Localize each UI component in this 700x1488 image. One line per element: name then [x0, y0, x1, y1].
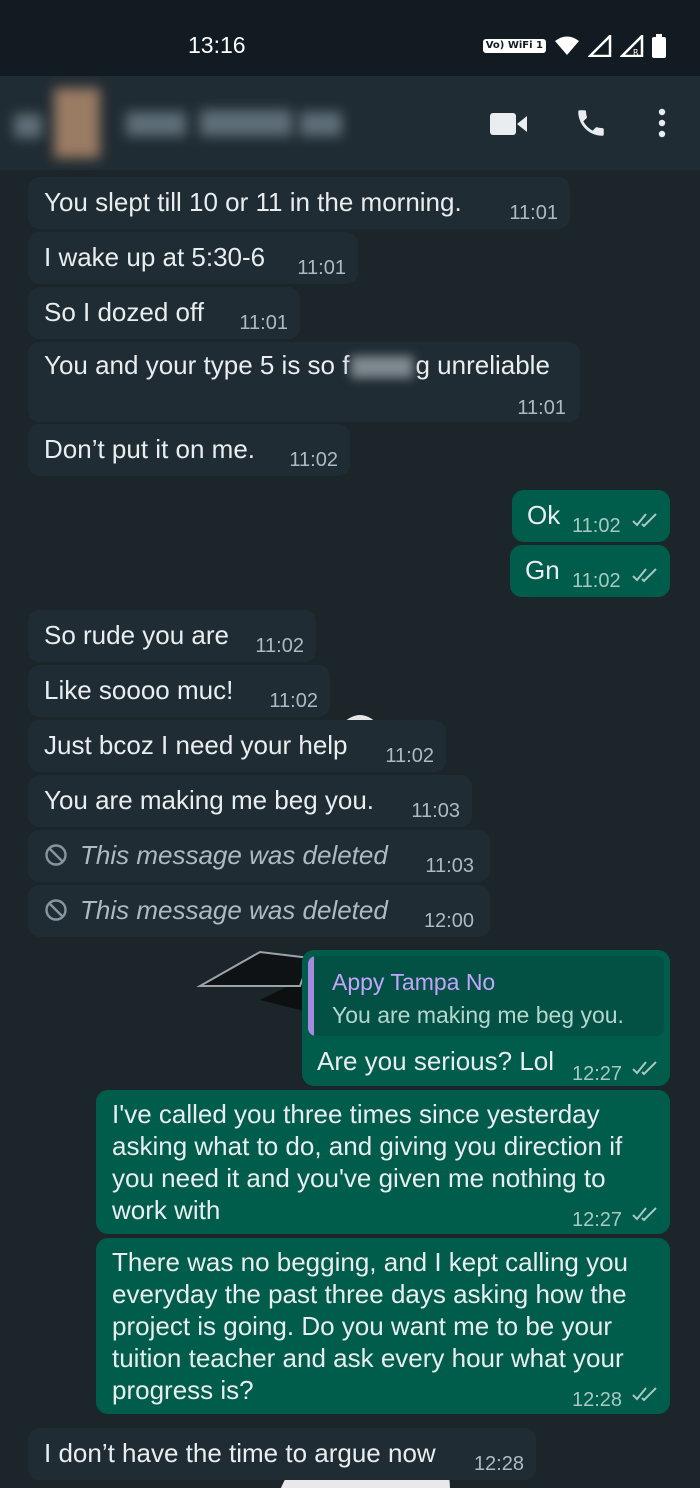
quoted-message[interactable]: Appy Tampa No You are making me beg you.	[308, 956, 664, 1036]
message-text: Just bcoz I need your help	[44, 730, 348, 760]
message-bubble-outgoing-reply[interactable]: Appy Tampa No You are making me beg you.…	[302, 950, 670, 1086]
message-line: progress is?	[112, 1375, 254, 1405]
message-text: You slept till 10 or 11 in the morning.	[44, 187, 462, 217]
message-line: everyday the past three days asking how …	[112, 1279, 627, 1309]
message-bubble-incoming[interactable]: Just bcoz I need your help 11:02	[28, 720, 446, 772]
read-ticks-icon	[632, 1207, 657, 1222]
read-ticks-icon	[632, 513, 657, 528]
avatar[interactable]	[54, 88, 100, 158]
message-time: 11:02	[385, 745, 434, 767]
message-text: You and your type 5 is so f g unreliable	[44, 349, 550, 381]
status-bar: 13:16 Vo) WiFi 1 R	[0, 0, 700, 76]
quoted-text: You are making me beg you.	[332, 1002, 624, 1028]
message-bubble-incoming[interactable]: Like soooo muc! 11:02	[28, 665, 330, 717]
battery-icon	[652, 34, 666, 58]
deleted-icon	[45, 844, 67, 866]
message-bubble-incoming[interactable]: So rude you are 11:02	[28, 610, 316, 662]
message-line: you need it and you've given me nothing …	[112, 1163, 606, 1193]
message-time: 11:01	[239, 312, 288, 334]
read-ticks-icon	[632, 1387, 657, 1402]
message-text: This message was deleted	[80, 840, 388, 870]
message-time: 11:03	[425, 855, 474, 877]
message-bubble-deleted[interactable]: This message was deleted 12:00	[28, 885, 490, 937]
message-bubble-outgoing[interactable]: I've called you three times since yester…	[96, 1090, 670, 1234]
quoted-sender-name: Appy Tampa No	[332, 969, 496, 995]
message-line: There was no begging, and I kept calling…	[112, 1247, 629, 1277]
message-time: 12:27	[572, 1209, 623, 1231]
message-text: Don’t put it on me.	[44, 434, 255, 464]
message-line: I've called you three times since yester…	[112, 1099, 600, 1129]
message-text-start: You and your type 5 is so f	[44, 350, 350, 380]
phone-icon[interactable]	[574, 106, 608, 140]
message-bubble-deleted[interactable]: This message was deleted 11:03	[28, 830, 490, 882]
status-icons: Vo) WiFi 1 R	[482, 34, 666, 58]
message-bubble-incoming[interactable]: You and your type 5 is so fg unreliable …	[28, 342, 580, 422]
message-time: 12:28	[473, 1453, 524, 1475]
message-line: asking what to do, and giving you direct…	[112, 1131, 623, 1161]
message-bubble-incoming[interactable]: I don’t have the time to argue now 12:28	[28, 1428, 536, 1480]
message-time: 11:02	[255, 635, 304, 657]
signal-icon	[588, 35, 612, 57]
message-time: 11:02	[572, 570, 621, 592]
wallpaper-doodle	[196, 950, 312, 987]
message-bubble-incoming[interactable]: I wake up at 5:30-6 11:01	[28, 232, 358, 284]
message-bubble-incoming[interactable]: You slept till 10 or 11 in the morning. …	[28, 177, 570, 229]
message-text: Ok	[527, 500, 561, 530]
message-bubble-incoming[interactable]: Don’t put it on me. 11:02	[28, 424, 350, 476]
message-text: So I dozed off	[44, 297, 204, 327]
message-time: 12:00	[423, 910, 474, 932]
quote-accent-bar	[308, 956, 314, 1036]
message-line: project is going. Do you want me to be y…	[112, 1311, 613, 1341]
more-vertical-icon[interactable]	[654, 108, 670, 138]
message-text: I wake up at 5:30-6	[44, 242, 266, 272]
censor-blur	[351, 356, 414, 379]
message-time: 11:02	[572, 515, 621, 537]
svg-text:R: R	[633, 48, 639, 57]
message-bubble-outgoing[interactable]: Gn 11:02	[510, 545, 670, 597]
read-ticks-icon	[632, 1061, 657, 1076]
message-text-end: g unreliable	[415, 350, 550, 380]
message-text: Gn	[525, 555, 560, 585]
message-text: I've called you three times since yester…	[112, 1098, 622, 1226]
message-text: I don’t have the time to argue now	[44, 1438, 436, 1468]
message-bubble-outgoing[interactable]: Ok 11:02	[512, 490, 670, 542]
message-text: You are making me beg you.	[44, 785, 375, 815]
message-text: Are you serious? Lol	[317, 1046, 555, 1076]
message-time: 11:02	[269, 690, 318, 712]
deleted-icon	[45, 899, 67, 921]
message-text: This message was deleted	[80, 895, 388, 925]
message-line: tuition teacher and ask every hour what …	[112, 1343, 624, 1373]
signal-roaming-icon: R	[620, 35, 644, 57]
message-text: Like soooo muc!	[44, 675, 234, 705]
wifi-icon	[555, 36, 579, 55]
message-bubble-incoming[interactable]: You are making me beg you. 11:03	[28, 775, 472, 827]
read-ticks-icon	[632, 568, 657, 583]
message-time: 11:01	[517, 397, 566, 419]
message-time: 11:02	[289, 449, 338, 471]
volte-wifi-icon: Vo) WiFi 1	[482, 39, 546, 53]
video-camera-icon[interactable]	[490, 112, 528, 136]
message-time: 11:03	[411, 800, 460, 822]
status-time: 13:16	[188, 32, 246, 58]
message-time: 11:01	[509, 202, 558, 224]
message-line: work with	[112, 1195, 221, 1225]
message-text: So rude you are	[44, 620, 230, 650]
message-bubble-incoming[interactable]: So I dozed off 11:01	[28, 287, 300, 339]
message-time: 12:27	[572, 1063, 623, 1085]
back-arrow-icon[interactable]	[14, 114, 42, 138]
message-bubble-outgoing[interactable]: There was no begging, and I kept calling…	[96, 1238, 670, 1414]
message-text: There was no begging, and I kept calling…	[112, 1246, 628, 1406]
message-time: 11:01	[297, 257, 346, 279]
message-time: 12:28	[572, 1389, 623, 1411]
